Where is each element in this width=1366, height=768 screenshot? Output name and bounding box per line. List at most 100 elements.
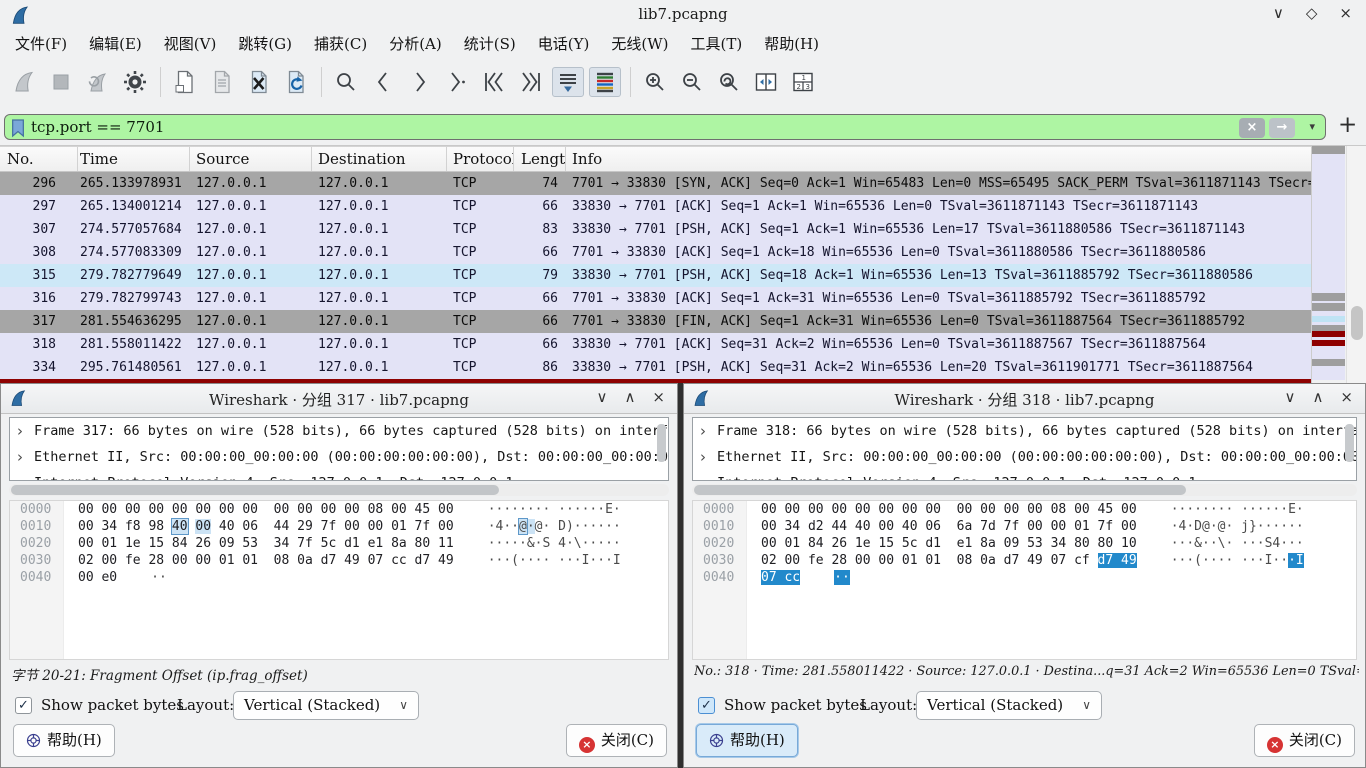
close-icon[interactable]: × (1339, 4, 1352, 22)
menu-item[interactable]: 无线(W) (600, 30, 679, 58)
hex-row[interactable]: 001000 34 d2 44 40 00 40 06 6a 7d 7f 00 … (693, 518, 1356, 535)
column-header-source[interactable]: Source (190, 147, 312, 171)
restart-capture-button[interactable] (82, 67, 114, 97)
go-to-packet-button[interactable] (441, 67, 473, 97)
packet-row-315[interactable]: 315279.782779649127.0.0.1127.0.0.1TCP793… (0, 264, 1311, 287)
expander-icon[interactable]: › (700, 444, 706, 470)
packet-detail-tree[interactable]: ›Frame 318: 66 bytes on wire (528 bits),… (692, 417, 1357, 481)
close-button[interactable]: ×关闭(C) (566, 724, 667, 757)
tree-item-frame[interactable]: ›Frame 317: 66 bytes on wire (528 bits),… (10, 418, 668, 444)
menu-item[interactable]: 编辑(E) (78, 30, 153, 58)
colorize-toggle[interactable] (589, 67, 621, 97)
dialog-maximize-icon[interactable]: ∧ (1312, 388, 1323, 406)
expander-icon[interactable]: › (700, 470, 706, 481)
filter-add-button[interactable]: + (1338, 112, 1357, 138)
column-header-time[interactable]: Time (78, 147, 190, 171)
packet-row-318[interactable]: 318281.558011422127.0.0.1127.0.0.1TCP663… (0, 333, 1311, 356)
zoom-reset-button[interactable] (713, 67, 745, 97)
menu-item[interactable]: 视图(V) (153, 30, 228, 58)
packet-row-316[interactable]: 316279.782799743127.0.0.1127.0.0.1TCP667… (0, 287, 1311, 310)
tree-horizontal-scrollbar[interactable] (692, 484, 1357, 496)
menu-item[interactable]: 电话(Y) (527, 30, 601, 58)
expander-icon[interactable]: › (700, 418, 706, 444)
layout-picker-button[interactable]: 123 (787, 67, 819, 97)
tree-item-ip[interactable]: ›Internet Protocol Version 4, Src: 127.0… (693, 470, 1356, 481)
packet-bytes-view[interactable]: 000000 00 00 00 00 00 00 00 00 00 00 00 … (9, 500, 669, 660)
packet-detail-tree[interactable]: ›Frame 317: 66 bytes on wire (528 bits),… (9, 417, 669, 481)
help-button[interactable]: 帮助(H) (13, 724, 115, 757)
filter-apply-icon[interactable]: → (1269, 118, 1295, 138)
packet-row-296[interactable]: 296265.133978931127.0.0.1127.0.0.1TCP747… (0, 172, 1311, 195)
resize-columns-button[interactable] (750, 67, 782, 97)
title-bar[interactable]: lib7.pcapng ∨ ◇ × (0, 0, 1366, 30)
close-button[interactable]: ×关闭(C) (1254, 724, 1355, 757)
dialog-close-icon[interactable]: × (652, 388, 665, 406)
dialog-titlebar[interactable]: Wireshark · 分组 317 · lib7.pcapng ∨ ∧ × (1, 384, 677, 414)
column-header-no[interactable]: No. (0, 147, 78, 171)
packet-list-scrollbar[interactable] (1346, 146, 1366, 383)
hex-row[interactable]: 004000 e0·· (10, 569, 668, 586)
expander-icon[interactable]: › (17, 444, 23, 470)
display-filter-field[interactable]: × → ▾ (4, 114, 1326, 140)
auto-scroll-toggle[interactable] (552, 67, 584, 97)
menu-item[interactable]: 工具(T) (679, 30, 753, 58)
go-back-button[interactable] (367, 67, 399, 97)
expander-icon[interactable]: › (17, 470, 23, 481)
tree-item-ethernet[interactable]: ›Ethernet II, Src: 00:00:00_00:00:00 (00… (693, 444, 1356, 470)
scrollbar-thumb[interactable] (694, 485, 1186, 495)
filter-clear-icon[interactable]: × (1239, 118, 1265, 138)
layout-select[interactable]: Vertical (Stacked)∨ (233, 691, 419, 720)
hex-row[interactable]: 000000 00 00 00 00 00 00 00 00 00 00 00 … (693, 501, 1356, 518)
help-button[interactable]: 帮助(H) (696, 724, 798, 757)
packet-row-297[interactable]: 297265.134001214127.0.0.1127.0.0.1TCP663… (0, 195, 1311, 218)
packet-bytes-view[interactable]: 000000 00 00 00 00 00 00 00 00 00 00 00 … (692, 500, 1357, 660)
bookmark-icon[interactable] (10, 118, 26, 138)
expander-icon[interactable]: › (17, 418, 23, 444)
scrollbar-thumb[interactable] (1351, 306, 1363, 340)
show-packet-bytes-checkbox[interactable]: ✓ (15, 697, 32, 714)
show-packet-bytes-checkbox[interactable]: ✓ (698, 697, 715, 714)
save-file-button[interactable] (206, 67, 238, 97)
dialog-minimize-icon[interactable]: ∨ (1284, 388, 1295, 406)
dialog-titlebar[interactable]: Wireshark · 分组 318 · lib7.pcapng ∨ ∧ × (684, 384, 1365, 414)
hex-row[interactable]: 004007 cc·· (693, 569, 1356, 586)
tree-horizontal-scrollbar[interactable] (9, 484, 669, 496)
open-file-button[interactable] (169, 67, 201, 97)
column-header-info[interactable]: Info (566, 147, 1311, 171)
tree-scrollbar-thumb[interactable] (1345, 424, 1354, 462)
capture-options-button[interactable] (119, 67, 151, 97)
filter-dropdown-icon[interactable]: ▾ (1309, 120, 1315, 133)
menu-item[interactable]: 分析(A) (378, 30, 453, 58)
dialog-minimize-icon[interactable]: ∨ (596, 388, 607, 406)
packet-row-334[interactable]: 334295.761480561127.0.0.1127.0.0.1TCP863… (0, 356, 1311, 379)
packet-row-317[interactable]: 317281.554636295127.0.0.1127.0.0.1TCP667… (0, 310, 1311, 333)
tree-item-ethernet[interactable]: ›Ethernet II, Src: 00:00:00_00:00:00 (00… (10, 444, 668, 470)
find-packet-button[interactable] (330, 67, 362, 97)
tree-item-ip[interactable]: ›Internet Protocol Version 4, Src: 127.0… (10, 470, 668, 481)
menu-item[interactable]: 捕获(C) (303, 30, 378, 58)
packet-row-308[interactable]: 308274.577083309127.0.0.1127.0.0.1TCP667… (0, 241, 1311, 264)
hex-row[interactable]: 002000 01 84 26 1e 15 5c d1 e1 8a 09 53 … (693, 535, 1356, 552)
hex-row[interactable]: 000000 00 00 00 00 00 00 00 00 00 00 00 … (10, 501, 668, 518)
display-filter-input[interactable] (31, 115, 931, 139)
zoom-out-button[interactable] (676, 67, 708, 97)
hex-row[interactable]: 003002 00 fe 28 00 00 01 01 08 0a d7 49 … (693, 552, 1356, 569)
minimize-icon[interactable]: ∨ (1273, 4, 1284, 22)
menu-item[interactable]: 帮助(H) (753, 30, 830, 58)
column-header-protocol[interactable]: Protocol (447, 147, 514, 171)
reload-file-button[interactable] (280, 67, 312, 97)
hex-row[interactable]: 002000 01 1e 15 84 26 09 53 34 7f 5c d1 … (10, 535, 668, 552)
packet-list-header[interactable]: No. Time Source Destination Protocol Len… (0, 146, 1311, 172)
intelligent-scrollbar-minimap[interactable] (1311, 146, 1345, 383)
column-header-destination[interactable]: Destination (312, 147, 447, 171)
start-capture-button[interactable] (8, 67, 40, 97)
stop-capture-button[interactable] (45, 67, 77, 97)
tree-scrollbar-thumb[interactable] (657, 424, 666, 462)
hex-row[interactable]: 001000 34 f8 98 40 00 40 06 44 29 7f 00 … (10, 518, 668, 535)
maximize-icon[interactable]: ◇ (1306, 4, 1318, 22)
go-forward-button[interactable] (404, 67, 436, 97)
hex-row[interactable]: 003002 00 fe 28 00 00 01 01 08 0a d7 49 … (10, 552, 668, 569)
dialog-maximize-icon[interactable]: ∧ (624, 388, 635, 406)
packet-row-307[interactable]: 307274.577057684127.0.0.1127.0.0.1TCP833… (0, 218, 1311, 241)
go-last-button[interactable] (515, 67, 547, 97)
